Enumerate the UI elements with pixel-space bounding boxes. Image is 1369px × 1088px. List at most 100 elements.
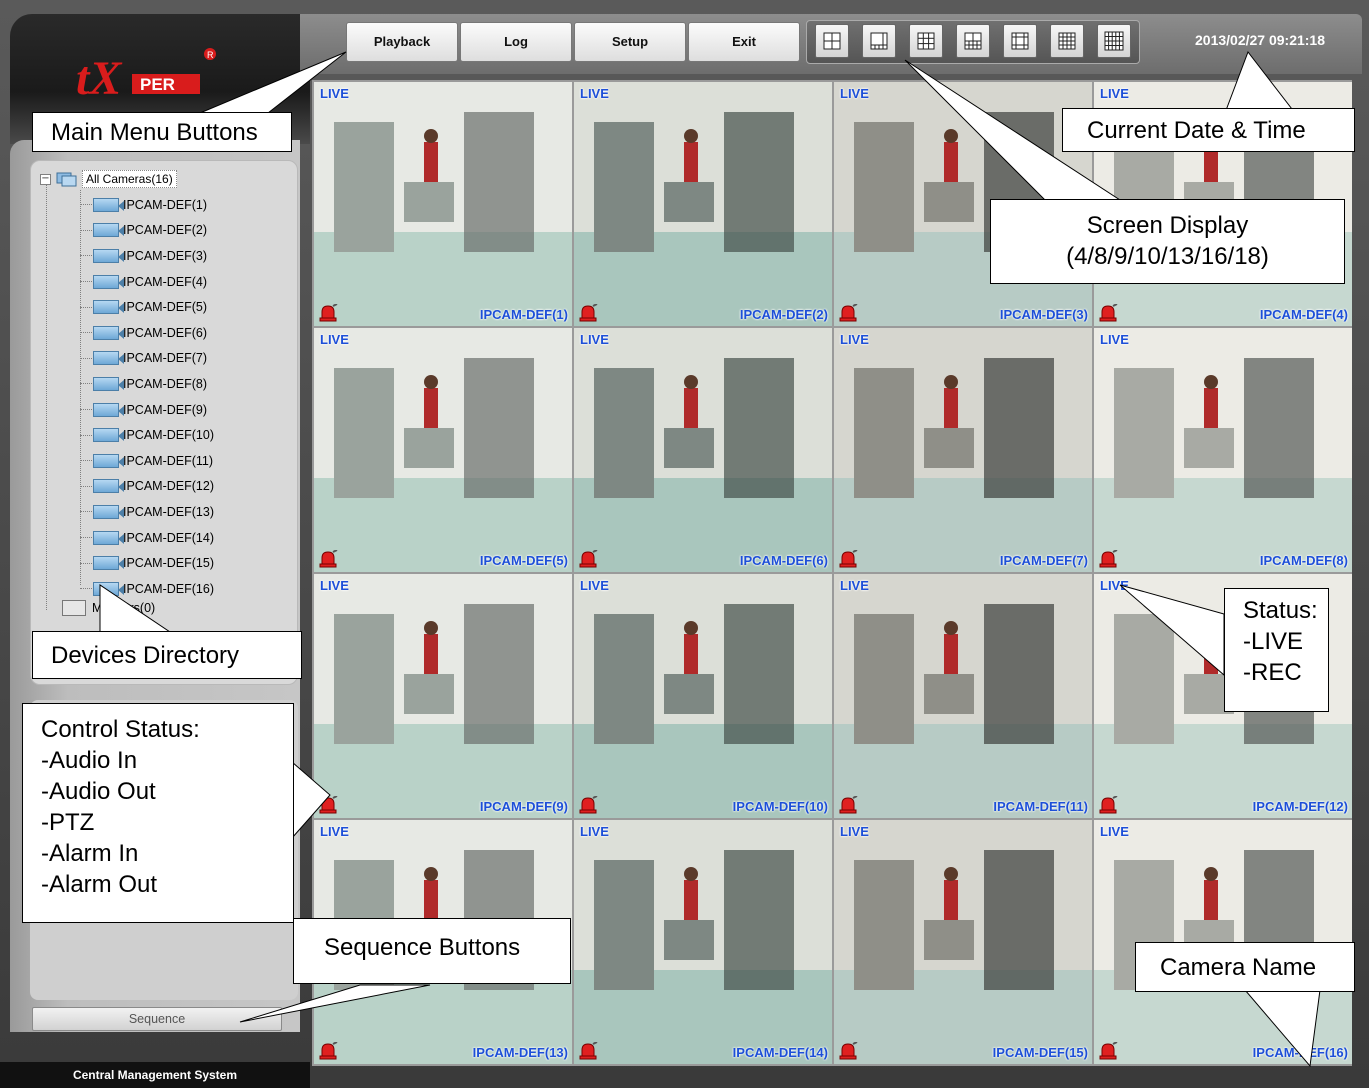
layout-16-button[interactable]: [1050, 24, 1084, 58]
camera-tile[interactable]: LIVE IPCAM-DEF(7): [834, 328, 1092, 572]
ip-camera-icon: [93, 581, 124, 596]
ip-camera-icon: [93, 453, 124, 468]
playback-button[interactable]: Playback: [346, 22, 458, 62]
alarm-icon[interactable]: [578, 1042, 598, 1060]
camera-tile[interactable]: LIVE IPCAM-DEF(6): [574, 328, 832, 572]
alarm-icon[interactable]: [1098, 1042, 1118, 1060]
camera-tile[interactable]: LIVE IPCAM-DEF(15): [834, 820, 1092, 1064]
alarm-icon[interactable]: [578, 550, 598, 568]
alarm-icon[interactable]: [318, 550, 338, 568]
annotation-text: Main Menu Buttons: [51, 119, 258, 146]
camera-tile[interactable]: LIVE IPCAM-DEF(14): [574, 820, 832, 1064]
tree-branch: [80, 588, 92, 590]
stream-status: LIVE: [840, 824, 869, 839]
alarm-icon[interactable]: [578, 304, 598, 322]
tree-branch: [80, 537, 92, 539]
tree-camera-item[interactable]: IPCAM-DEF(4): [80, 269, 280, 295]
setup-button[interactable]: Setup: [574, 22, 686, 62]
camera-label: IPCAM-DEF(13): [123, 504, 214, 519]
stream-status: LIVE: [1100, 824, 1129, 839]
annotation-camera-name: Camera Name: [1135, 942, 1355, 992]
camera-feed: [834, 820, 1092, 1064]
camera-name: IPCAM-DEF(13): [472, 1045, 568, 1060]
alarm-icon[interactable]: [838, 550, 858, 568]
tree-camera-item[interactable]: IPCAM-DEF(15): [80, 550, 280, 576]
stream-status: LIVE: [320, 86, 349, 101]
stream-status: LIVE: [580, 332, 609, 347]
layout-18-button[interactable]: [1097, 24, 1131, 58]
tree-monitors[interactable]: Monitors(0): [62, 600, 155, 616]
tree-camera-item[interactable]: IPCAM-DEF(16): [80, 576, 280, 602]
ip-camera-icon: [93, 325, 124, 340]
camera-label: IPCAM-DEF(3): [123, 248, 208, 263]
tree-camera-item[interactable]: IPCAM-DEF(9): [80, 397, 280, 423]
camera-label: IPCAM-DEF(1): [123, 197, 208, 212]
alarm-icon[interactable]: [838, 304, 858, 322]
camera-list: IPCAM-DEF(1) IPCAM-DEF(2) IPCAM-DEF(3) IPCA…: [80, 192, 280, 602]
annotation-text: Camera Name: [1160, 954, 1317, 981]
tree-camera-item[interactable]: IPCAM-DEF(6): [80, 320, 280, 346]
tree-branch: [80, 281, 92, 283]
tree-camera-item[interactable]: IPCAM-DEF(10): [80, 422, 280, 448]
ip-camera-icon: [93, 274, 124, 289]
layout-9-icon: [917, 32, 935, 50]
camera-label: IPCAM-DEF(15): [123, 556, 214, 571]
camera-feed: [834, 328, 1092, 572]
ip-camera-icon: [93, 530, 124, 545]
camera-tile[interactable]: LIVE IPCAM-DEF(8): [1094, 328, 1352, 572]
tree-camera-item[interactable]: IPCAM-DEF(12): [80, 474, 280, 500]
tree-branch: [80, 306, 92, 308]
layout-13-icon: [1011, 32, 1029, 50]
log-button[interactable]: Log: [460, 22, 572, 62]
camera-tile[interactable]: LIVE IPCAM-DEF(9): [314, 574, 572, 818]
camera-name: IPCAM-DEF(6): [739, 553, 828, 568]
camera-tile[interactable]: LIVE IPCAM-DEF(2): [574, 82, 832, 326]
layout-4-button[interactable]: [815, 24, 849, 58]
ip-camera-icon: [93, 300, 124, 315]
annotation-main-menu: Main Menu Buttons: [32, 112, 292, 152]
camera-name: IPCAM-DEF(4): [1259, 307, 1348, 322]
alarm-icon[interactable]: [1098, 796, 1118, 814]
camera-label: IPCAM-DEF(10): [123, 428, 214, 443]
alarm-icon[interactable]: [838, 1042, 858, 1060]
camera-tile[interactable]: LIVE IPCAM-DEF(10): [574, 574, 832, 818]
tree-camera-item[interactable]: IPCAM-DEF(14): [80, 525, 280, 551]
tree-camera-item[interactable]: IPCAM-DEF(11): [80, 448, 280, 474]
tree-camera-item[interactable]: IPCAM-DEF(3): [80, 243, 280, 269]
camera-label: IPCAM-DEF(14): [123, 530, 214, 545]
annotation-sequence-buttons: Sequence Buttons: [293, 918, 571, 984]
alarm-icon[interactable]: [838, 796, 858, 814]
sequence-button[interactable]: Sequence: [32, 1007, 282, 1031]
layout-9-button[interactable]: [909, 24, 943, 58]
collapse-icon[interactable]: −: [40, 173, 51, 185]
alarm-icon[interactable]: [318, 796, 338, 814]
tree-camera-item[interactable]: IPCAM-DEF(8): [80, 371, 280, 397]
tree-branch: [80, 204, 92, 206]
camera-label: IPCAM-DEF(9): [123, 402, 208, 417]
layout-8-button[interactable]: [862, 24, 896, 58]
alarm-icon[interactable]: [1098, 550, 1118, 568]
alarm-icon[interactable]: [578, 796, 598, 814]
camera-name: IPCAM-DEF(11): [993, 799, 1088, 814]
tree-camera-item[interactable]: IPCAM-DEF(5): [80, 294, 280, 320]
camera-name: IPCAM-DEF(3): [999, 307, 1088, 322]
tree-camera-item[interactable]: IPCAM-DEF(2): [80, 218, 280, 244]
camera-tile[interactable]: LIVE IPCAM-DEF(1): [314, 82, 572, 326]
tree-camera-item[interactable]: IPCAM-DEF(13): [80, 499, 280, 525]
camera-feed: [574, 82, 832, 326]
alarm-icon[interactable]: [318, 304, 338, 322]
alarm-icon[interactable]: [1098, 304, 1118, 322]
camera-tile[interactable]: LIVE IPCAM-DEF(5): [314, 328, 572, 572]
exit-button[interactable]: Exit: [688, 22, 800, 62]
ip-camera-icon: [93, 223, 124, 238]
tree-camera-item[interactable]: IPCAM-DEF(1): [80, 192, 280, 218]
tree-camera-item[interactable]: IPCAM-DEF(7): [80, 346, 280, 372]
layout-13-button[interactable]: [1003, 24, 1037, 58]
layout-10-button[interactable]: [956, 24, 990, 58]
ip-camera-icon: [93, 197, 124, 212]
tree-root-all-cameras[interactable]: − All Cameras(16): [40, 168, 177, 190]
camera-tile[interactable]: LIVE IPCAM-DEF(11): [834, 574, 1092, 818]
tree-branch: [80, 357, 92, 359]
alarm-icon[interactable]: [318, 1042, 338, 1060]
tree-branch: [80, 255, 92, 257]
